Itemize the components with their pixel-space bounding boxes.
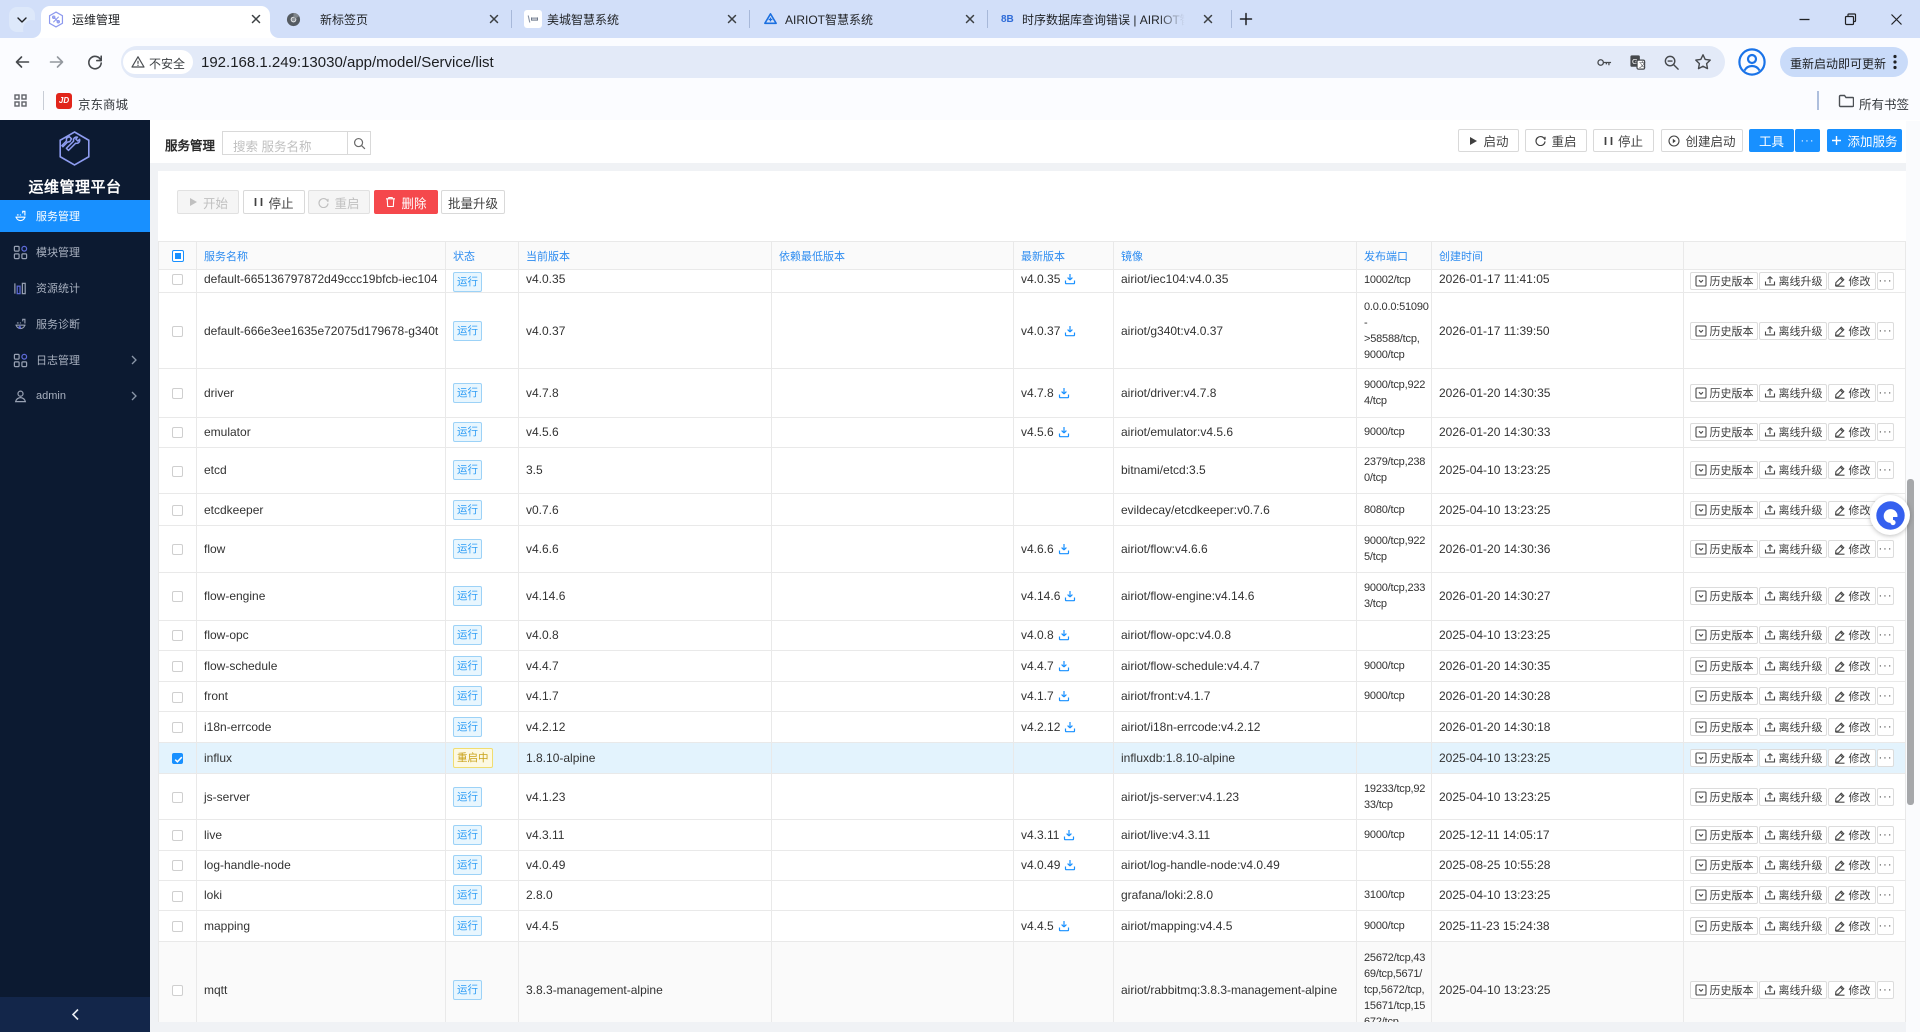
svg-text:文: 文 [1639, 60, 1646, 69]
